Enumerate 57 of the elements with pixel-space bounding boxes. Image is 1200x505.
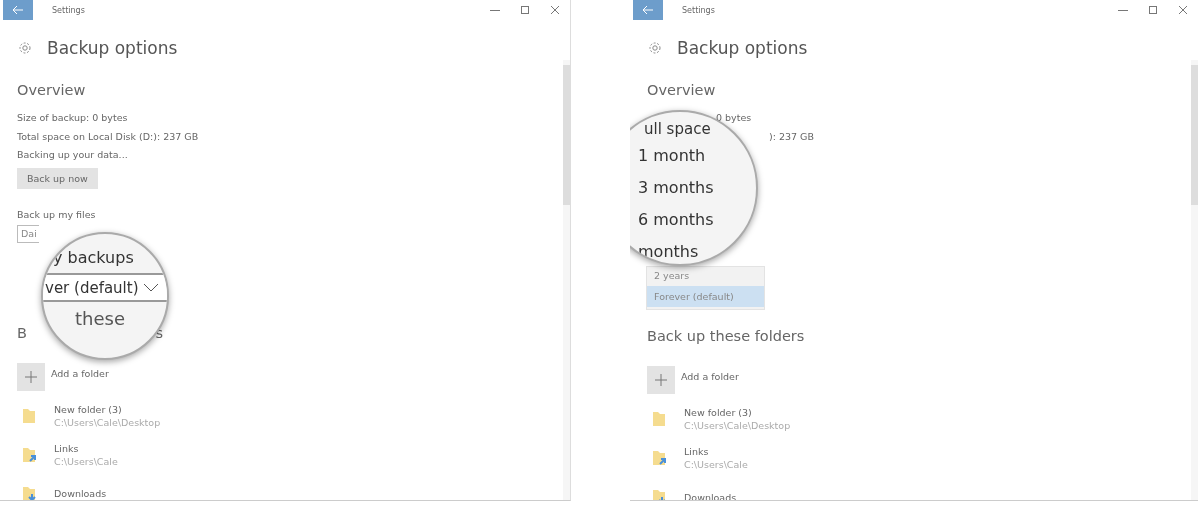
info-text: Total space on Local Disk (D:): 237 GB bbox=[17, 129, 199, 144]
gear-icon bbox=[648, 41, 662, 55]
folder-path: C:\Users\Cale\Desktop bbox=[54, 415, 161, 429]
info-text: Size of backup: 0 bytes bbox=[17, 111, 128, 125]
section-heading: B bbox=[17, 323, 27, 343]
page-heading: Backup options bbox=[677, 38, 808, 58]
scrollbar[interactable] bbox=[1191, 60, 1198, 500]
folder-name[interactable]: Downloads bbox=[684, 490, 737, 500]
folder-icon bbox=[21, 484, 39, 500]
magnified-option: 6 months bbox=[630, 204, 756, 236]
page-heading: Backup options bbox=[47, 38, 178, 58]
folder-icon bbox=[21, 445, 39, 464]
window-title: Settings bbox=[682, 5, 715, 15]
scrollbar[interactable] bbox=[563, 60, 570, 500]
back-up-now-button[interactable]: Back up now bbox=[17, 167, 98, 189]
info-text: ): 237 GB bbox=[769, 129, 814, 144]
back-button[interactable] bbox=[633, 0, 663, 20]
folder-icon bbox=[651, 449, 669, 467]
back-arrow-icon bbox=[642, 5, 654, 15]
maximize-icon[interactable] bbox=[1148, 5, 1158, 15]
gear-icon bbox=[18, 41, 32, 55]
close-icon[interactable] bbox=[550, 5, 560, 15]
back-arrow-icon bbox=[12, 5, 24, 15]
add-folder-button[interactable] bbox=[17, 362, 45, 391]
back-button[interactable] bbox=[3, 0, 33, 20]
plus-icon bbox=[25, 370, 37, 383]
add-folder-button[interactable] bbox=[647, 366, 675, 394]
folder-path: C:\Users\Cale\Desktop bbox=[684, 419, 791, 432]
section-heading: Overview bbox=[647, 81, 716, 100]
plus-icon bbox=[655, 374, 667, 386]
window-title: Settings bbox=[52, 5, 85, 15]
maximize-icon[interactable] bbox=[520, 5, 530, 15]
dropdown-option[interactable]: 2 years bbox=[647, 265, 764, 286]
add-folder-link[interactable]: Add a folder bbox=[51, 367, 109, 379]
chevron-down-icon bbox=[143, 283, 159, 292]
info-text: 0 bytes bbox=[716, 111, 752, 125]
frequency-dropdown[interactable]: Dai bbox=[17, 224, 39, 243]
folder-name[interactable]: Downloads bbox=[54, 487, 107, 500]
folder-path: C:\Users\Cale bbox=[684, 458, 748, 471]
section-heading: Back up these folders bbox=[647, 327, 805, 346]
scrollbar-thumb[interactable] bbox=[1191, 65, 1198, 205]
magnified-option: 1 month bbox=[630, 140, 756, 172]
magnified-option: months bbox=[630, 236, 756, 264]
section-heading: Overview bbox=[17, 81, 86, 100]
folder-name[interactable]: Links bbox=[54, 441, 118, 455]
folder-name[interactable]: New folder (3) bbox=[54, 402, 161, 416]
field-label: Back up my files bbox=[17, 207, 96, 222]
folder-name[interactable]: Links bbox=[684, 445, 748, 458]
scrollbar-thumb[interactable] bbox=[563, 65, 570, 205]
close-icon[interactable] bbox=[1178, 5, 1188, 15]
magnified-text: these bbox=[75, 307, 125, 331]
add-folder-link[interactable]: Add a folder bbox=[681, 371, 739, 382]
folder-name[interactable]: New folder (3) bbox=[684, 406, 791, 419]
magnified-option: 3 months bbox=[630, 172, 756, 204]
folder-path: C:\Users\Cale bbox=[54, 454, 118, 468]
info-text: Backing up your data... bbox=[17, 148, 128, 162]
magnified-text: ull space bbox=[644, 119, 711, 140]
